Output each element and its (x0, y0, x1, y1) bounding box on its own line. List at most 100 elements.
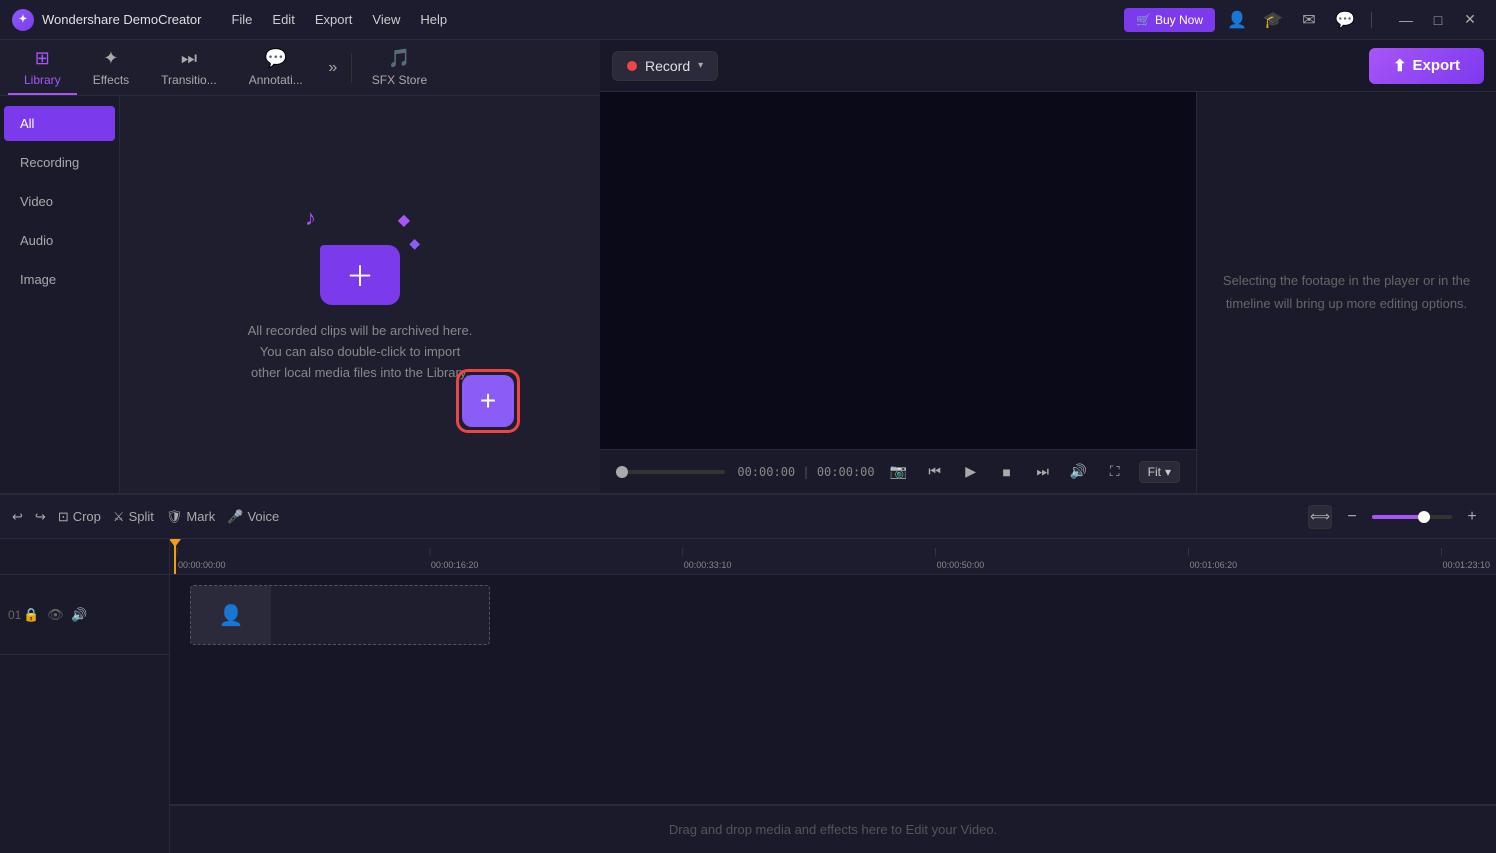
properties-text: Selecting the footage in the player or i… (1217, 270, 1476, 314)
window-controls: — □ ✕ (1392, 6, 1484, 34)
menu-help[interactable]: Help (420, 12, 447, 27)
timeline-ruler: 00:00:00:00 00:00:16:20 00:00:33:10 00:0… (170, 539, 1496, 575)
panel-body: All Recording Video Audio Image ♪ (0, 96, 600, 493)
step-forward-button[interactable]: ⏭ (1031, 460, 1055, 484)
volume-button[interactable]: 🔊 (1067, 460, 1091, 484)
track-eye-button[interactable]: 👁 (45, 605, 65, 625)
folder-icon: ＋ (320, 245, 400, 305)
stop-button[interactable]: ■ (995, 460, 1019, 484)
fit-timeline-button[interactable]: ⟺ (1308, 505, 1332, 529)
timeline-left-col: 01 🔒 👁 🔊 (0, 539, 170, 853)
timeline-content: 01 🔒 👁 🔊 00:00:00:00 00:00:16:20 (0, 539, 1496, 853)
tab-more-button[interactable]: » (319, 54, 347, 82)
transitions-icon: ⏭ (181, 48, 197, 69)
buy-now-button[interactable]: 🛒 Buy Now (1124, 8, 1215, 32)
fit-button[interactable]: Fit ▾ (1139, 461, 1180, 483)
track-number: 01 (8, 608, 21, 622)
timeline-section: ↩ ↪ ⊡ Crop ⚔ Split 🛡 Mark 🎤 Voice ⟺ − (0, 493, 1496, 853)
export-button[interactable]: ⬆ Export (1369, 48, 1484, 84)
menu-export[interactable]: Export (315, 12, 353, 27)
menu-edit[interactable]: Edit (272, 12, 294, 27)
tab-bar: ⊞ Library ✦ Effects ⏭ Transitio... 💬 Ann… (0, 40, 600, 96)
timeline-toolbar: ↩ ↪ ⊡ Crop ⚔ Split 🛡 Mark 🎤 Voice ⟺ − (0, 495, 1496, 539)
menu-view[interactable]: View (372, 12, 400, 27)
top-toolbar: Record ▾ ⬆ Export (600, 40, 1496, 92)
track-header (0, 539, 169, 575)
zoom-in-button[interactable]: + (1460, 505, 1484, 529)
export-icon: ⬆ (1393, 56, 1406, 76)
chat-icon[interactable]: 💬 (1331, 6, 1359, 34)
library-empty-text: All recorded clips will be archived here… (248, 321, 473, 383)
close-button[interactable]: ✕ (1456, 6, 1484, 34)
record-button[interactable]: Record ▾ (612, 51, 718, 81)
add-media-button[interactable]: + (462, 375, 514, 427)
sidebar-item-video[interactable]: Video (4, 184, 115, 219)
track-lock-button[interactable]: 🔒 (21, 605, 41, 625)
video-preview: 00:00:00 | 00:00:00 📷 ⏮ ▶ ■ ⏭ 🔊 ⛶ Fit ▾ (600, 92, 1196, 493)
sidebar-item-image[interactable]: Image (4, 262, 115, 297)
track-volume-button[interactable]: 🔊 (69, 605, 89, 625)
right-panel: Record ▾ ⬆ Export 00:00:00 (600, 40, 1496, 493)
sidebar-item-all[interactable]: All (4, 106, 115, 141)
main-area: ⊞ Library ✦ Effects ⏭ Transitio... 💬 Ann… (0, 40, 1496, 493)
undo-button[interactable]: ↩ (12, 509, 23, 525)
record-dot-icon (627, 61, 637, 71)
media-clip[interactable]: 👤 (190, 585, 490, 645)
sidebar-item-recording[interactable]: Recording (4, 145, 115, 180)
library-content: ♪ ◆ ◆ ＋ All recorded clips will be archi… (120, 96, 600, 493)
fit-chevron-icon: ▾ (1165, 465, 1171, 479)
step-back-button[interactable]: ⏮ (923, 460, 947, 484)
track-icons: 🔒 👁 🔊 (21, 605, 89, 625)
track-row: 01 🔒 👁 🔊 (0, 575, 169, 655)
zoom-slider-fill (1372, 515, 1420, 519)
titlebar: ✦ Wondershare DemoCreator File Edit Expo… (0, 0, 1496, 40)
tab-divider (351, 53, 352, 83)
play-button[interactable]: ▶ (959, 460, 983, 484)
crop-icon: ⊡ (58, 509, 69, 525)
ruler-mark-3: 00:00:50:00 (935, 560, 985, 570)
preview-controls: 00:00:00 | 00:00:00 📷 ⏮ ▶ ■ ⏭ 🔊 ⛶ Fit ▾ (600, 449, 1196, 493)
redo-button[interactable]: ↪ (35, 509, 46, 525)
sfx-icon: 🎵 (388, 48, 410, 69)
folder-plus-icon: ＋ (346, 255, 374, 295)
left-panel: ⊞ Library ✦ Effects ⏭ Transitio... 💬 Ann… (0, 40, 600, 493)
maximize-button[interactable]: □ (1424, 6, 1452, 34)
mark-button[interactable]: 🛡 Mark (166, 509, 215, 525)
sidebar-item-audio[interactable]: Audio (4, 223, 115, 258)
tab-sfx-store[interactable]: 🎵 SFX Store (356, 40, 443, 95)
drag-drop-text: Drag and drop media and effects here to … (669, 822, 997, 837)
minimize-button[interactable]: — (1392, 6, 1420, 34)
star-icon: ◆ (398, 210, 410, 230)
menu-file[interactable]: File (231, 12, 252, 27)
track-area: 👤 (170, 575, 1496, 805)
library-illustration: ♪ ◆ ◆ ＋ (300, 205, 420, 305)
screenshot-button[interactable]: 📷 (887, 460, 911, 484)
preview-scrubber[interactable] (616, 470, 725, 474)
fullscreen-button[interactable]: ⛶ (1103, 460, 1127, 484)
record-chevron-icon: ▾ (698, 60, 703, 71)
zoom-out-button[interactable]: − (1340, 505, 1364, 529)
tab-transitions[interactable]: ⏭ Transitio... (145, 40, 233, 95)
split-button[interactable]: ⚔ Split (113, 509, 154, 525)
tab-annotations[interactable]: 💬 Annotati... (233, 40, 319, 95)
zoom-slider[interactable] (1372, 515, 1452, 519)
graduation-icon[interactable]: 🎓 (1259, 6, 1287, 34)
scrubber-thumb (616, 466, 628, 478)
voice-button[interactable]: 🎤 Voice (227, 509, 279, 525)
playhead (174, 539, 176, 574)
zoom-slider-thumb (1418, 511, 1430, 523)
timecode-display: 00:00:00 | 00:00:00 (737, 465, 874, 479)
sidebar: All Recording Video Audio Image (0, 96, 120, 493)
properties-panel: Selecting the footage in the player or i… (1196, 92, 1496, 493)
preview-area: 00:00:00 | 00:00:00 📷 ⏮ ▶ ■ ⏭ 🔊 ⛶ Fit ▾ (600, 92, 1496, 493)
tab-effects[interactable]: ✦ Effects (77, 40, 145, 95)
tab-library[interactable]: ⊞ Library (8, 40, 77, 95)
crop-button[interactable]: ⊡ Crop (58, 509, 101, 525)
account-icon[interactable]: 👤 (1223, 6, 1251, 34)
annotations-icon: 💬 (265, 48, 287, 69)
mail-icon[interactable]: ✉ (1295, 6, 1323, 34)
microphone-icon: 🎤 (227, 509, 243, 525)
split-icon: ⚔ (113, 509, 125, 525)
playhead-triangle (170, 539, 181, 547)
diamond-icon: ◆ (409, 235, 420, 252)
